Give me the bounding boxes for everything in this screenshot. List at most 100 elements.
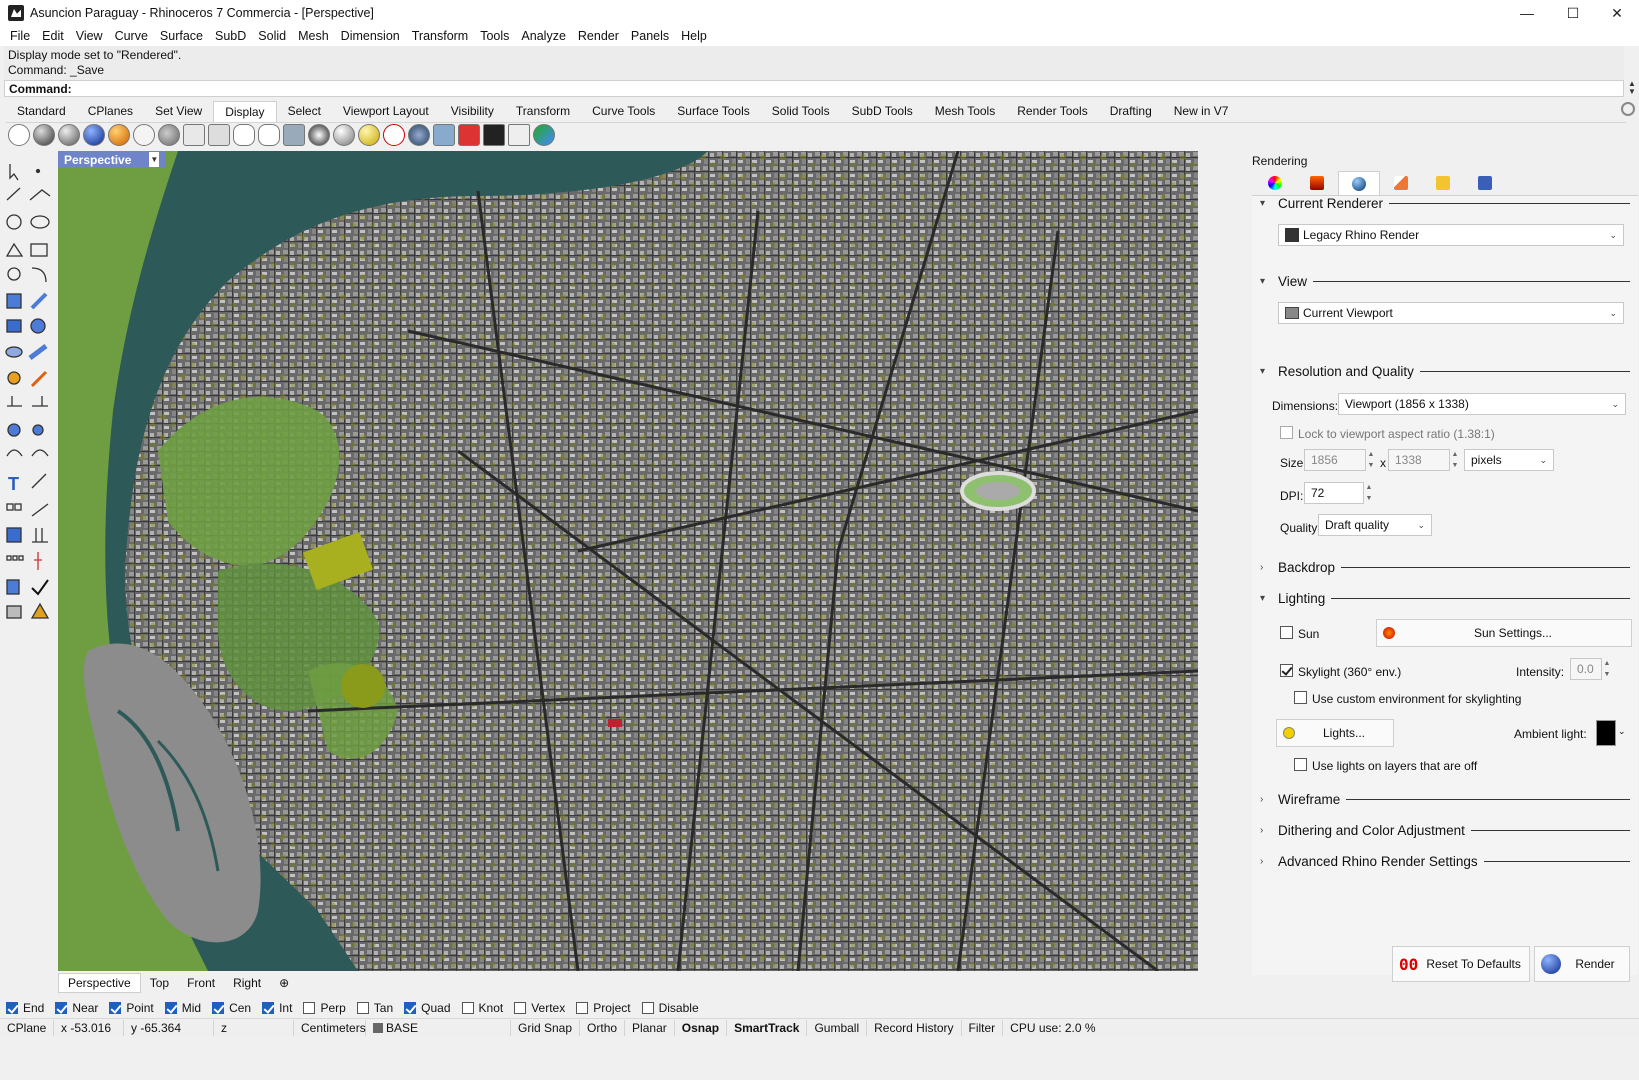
- mouse-zoom-icon[interactable]: [258, 124, 280, 146]
- osnap-mid[interactable]: Mid: [164, 1001, 201, 1015]
- tab-subd-tools[interactable]: SubD Tools: [841, 101, 924, 122]
- tab-standard[interactable]: Standard: [6, 101, 77, 122]
- viewport-menu-dropdown-icon[interactable]: ▼: [149, 152, 160, 167]
- menu-subd[interactable]: SubD: [209, 29, 252, 43]
- osnap-perp[interactable]: Perp: [303, 1001, 346, 1015]
- osnap-near[interactable]: Near: [55, 1001, 98, 1015]
- perspective-viewport[interactable]: [58, 151, 1198, 971]
- dimensions-select[interactable]: Viewport (1856 x 1338) ⌄: [1338, 393, 1626, 415]
- tab-new-in-v7[interactable]: New in V7: [1163, 101, 1240, 122]
- menu-tools[interactable]: Tools: [474, 29, 515, 43]
- tab-solid-tools[interactable]: Solid Tools: [761, 101, 841, 122]
- viewport-title-tab[interactable]: Perspective ▼: [58, 151, 166, 168]
- monitor-icon[interactable]: [483, 124, 505, 146]
- status-ortho[interactable]: Ortho: [580, 1019, 626, 1036]
- section-view[interactable]: ▾ View: [1260, 274, 1630, 289]
- section-backdrop[interactable]: › Backdrop: [1260, 560, 1630, 575]
- osnap-cen-checkbox[interactable]: [212, 1002, 225, 1014]
- osnap-knot[interactable]: Knot: [461, 1001, 503, 1015]
- maximize-button[interactable]: ☐: [1550, 0, 1596, 26]
- width-spinner-icon[interactable]: ▲ ▼: [1366, 449, 1376, 471]
- status-planar[interactable]: Planar: [625, 1019, 675, 1036]
- menu-dimension[interactable]: Dimension: [335, 29, 406, 43]
- menu-transform[interactable]: Transform: [406, 29, 475, 43]
- height-input[interactable]: 1338: [1388, 449, 1450, 471]
- section-lighting[interactable]: ▾ Lighting: [1260, 591, 1630, 606]
- tab-viewport-layout[interactable]: Viewport Layout: [332, 101, 440, 122]
- view-select[interactable]: Current Viewport ⌄: [1278, 302, 1624, 324]
- menu-surface[interactable]: Surface: [154, 29, 209, 43]
- minimize-button[interactable]: —: [1504, 0, 1550, 26]
- osnap-near-checkbox[interactable]: [55, 1002, 68, 1014]
- tab-transform[interactable]: Transform: [505, 101, 581, 122]
- ambient-color-swatch[interactable]: [1596, 720, 1616, 746]
- left-toolbox-icons[interactable]: T: [2, 160, 56, 630]
- ghosted-display-icon[interactable]: [58, 124, 80, 146]
- intensity-spinner-icon[interactable]: ▲ ▼: [1602, 658, 1612, 680]
- menu-solid[interactable]: Solid: [252, 29, 292, 43]
- material-icon[interactable]: [333, 124, 355, 146]
- command-line-input[interactable]: Command:: [4, 80, 1624, 97]
- osnap-point-checkbox[interactable]: [109, 1002, 122, 1014]
- osnap-project-checkbox[interactable]: [576, 1002, 589, 1014]
- status-layer[interactable]: BASE: [366, 1019, 511, 1036]
- sun-settings-button[interactable]: Sun Settings...: [1376, 619, 1632, 647]
- tab-front[interactable]: Front: [178, 974, 224, 992]
- tab-top[interactable]: Top: [141, 974, 178, 992]
- light-icon[interactable]: [358, 124, 380, 146]
- section-dithering[interactable]: › Dithering and Color Adjustment: [1260, 823, 1630, 838]
- panel-tab-environments[interactable]: [1296, 171, 1338, 195]
- menu-view[interactable]: View: [70, 29, 109, 43]
- screenshot-icon[interactable]: [433, 124, 455, 146]
- tab-visibility[interactable]: Visibility: [440, 101, 505, 122]
- osnap-mid-checkbox[interactable]: [164, 1002, 177, 1014]
- tab-mesh-tools[interactable]: Mesh Tools: [924, 101, 1006, 122]
- tab-drafting[interactable]: Drafting: [1099, 101, 1163, 122]
- tab-perspective[interactable]: Perspective: [58, 973, 141, 993]
- section-advanced[interactable]: › Advanced Rhino Render Settings: [1260, 854, 1630, 869]
- osnap-end-checkbox[interactable]: [6, 1002, 18, 1014]
- menu-edit[interactable]: Edit: [36, 29, 70, 43]
- lights-off-layers-checkbox[interactable]: [1294, 758, 1307, 771]
- panel-tab-materials[interactable]: [1254, 171, 1296, 195]
- menu-analyze[interactable]: Analyze: [515, 29, 571, 43]
- section-current-renderer[interactable]: ▾ Current Renderer: [1260, 196, 1630, 211]
- osnap-end[interactable]: End: [6, 1001, 44, 1015]
- panel-tab-files[interactable]: [1422, 171, 1464, 195]
- reset-defaults-button[interactable]: 00 Reset To Defaults: [1392, 946, 1530, 982]
- render-button[interactable]: Render: [1534, 946, 1630, 982]
- menu-help[interactable]: Help: [675, 29, 713, 43]
- status-smarttrack[interactable]: SmartTrack: [727, 1019, 808, 1036]
- custom-env-checkbox[interactable]: [1294, 691, 1307, 704]
- target-icon[interactable]: [383, 124, 405, 146]
- status-filter[interactable]: Filter: [962, 1019, 1004, 1036]
- chevron-down-icon[interactable]: ⌄: [1618, 726, 1626, 737]
- osnap-point[interactable]: Point: [109, 1001, 154, 1015]
- osnap-tan-checkbox[interactable]: [356, 1002, 369, 1014]
- section-resolution[interactable]: ▾ Resolution and Quality: [1260, 364, 1630, 379]
- osnap-disable-checkbox[interactable]: [641, 1002, 654, 1014]
- sun-checkbox[interactable]: [1280, 626, 1293, 639]
- osnap-disable[interactable]: Disable: [641, 1001, 699, 1015]
- shaded-display-icon[interactable]: [33, 124, 55, 146]
- tab-select[interactable]: Select: [277, 101, 332, 122]
- menu-render[interactable]: Render: [572, 29, 625, 43]
- toolbar-gear-icon[interactable]: [1621, 102, 1635, 116]
- osnap-project[interactable]: Project: [576, 1001, 631, 1015]
- renderer-select[interactable]: Legacy Rhino Render ⌄: [1278, 224, 1624, 246]
- osnap-int-checkbox[interactable]: [262, 1002, 275, 1014]
- osnap-cen[interactable]: Cen: [212, 1001, 251, 1015]
- rendered-display-icon[interactable]: [83, 124, 105, 146]
- status-units[interactable]: Centimeters: [294, 1019, 366, 1036]
- clipping-plane-icon[interactable]: [458, 124, 480, 146]
- dpi-input[interactable]: 72: [1304, 482, 1364, 504]
- technical-display-icon[interactable]: [158, 124, 180, 146]
- panel-tab-help[interactable]: [1464, 171, 1506, 195]
- add-viewport-tab-icon[interactable]: ⊕: [270, 974, 298, 992]
- lock-aspect-checkbox[interactable]: [1280, 426, 1293, 439]
- panel-tab-textures[interactable]: [1380, 171, 1422, 195]
- quality-select[interactable]: Draft quality ⌄: [1318, 514, 1432, 536]
- sphere-env-icon[interactable]: [308, 124, 330, 146]
- section-wireframe[interactable]: › Wireframe: [1260, 792, 1630, 807]
- status-cplane[interactable]: CPlane: [0, 1019, 54, 1036]
